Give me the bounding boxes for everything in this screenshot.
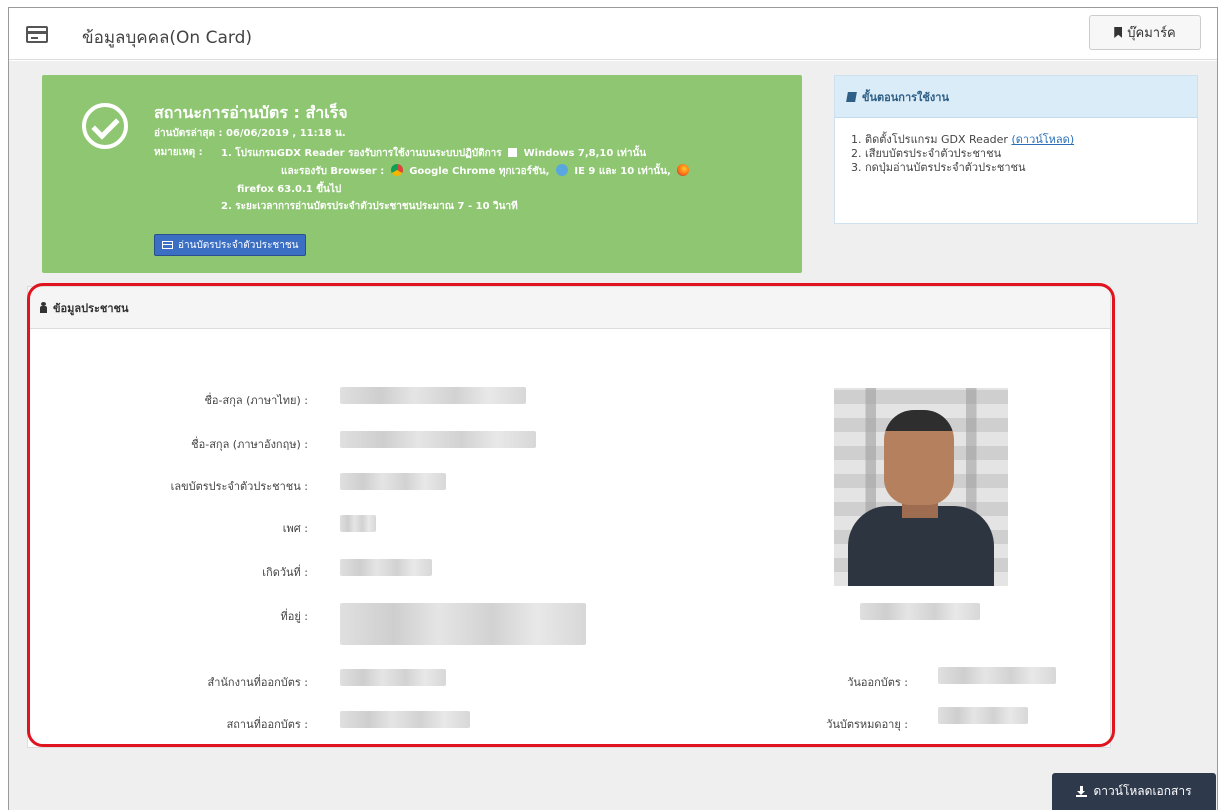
read-id-card-button[interactable]: อ่านบัตรประจำตัวประชาชน <box>154 234 307 256</box>
page-title: ข้อมูลบุคคล(On Card) <box>82 28 252 48</box>
step-item: 2. เสียบบัตรประจำตัวประชาชน <box>851 147 1002 160</box>
chrome-icon <box>390 164 403 176</box>
usage-steps-title: ขั้นตอนการใช้งาน <box>862 90 949 104</box>
note1-firefox-text: firefox 63.0.1 ขึ้นไป <box>237 184 342 195</box>
id-card-icon <box>162 241 173 249</box>
note1-os-text: 1. โปรแกรมGDX Reader รองรับการใช้งานบนระ… <box>221 148 502 159</box>
usage-steps-list: 1. ติดตั้งโปรแกรม GDX Reader (ดาวน์โหลด)… <box>835 118 1197 175</box>
note-label: หมายเหตุ : <box>154 147 203 158</box>
status-title: สถานะการอ่านบัตร : สำเร็จ <box>154 103 348 122</box>
check-circle-icon <box>82 103 128 149</box>
bookmark-label: บุ๊คมาร์ค <box>1127 26 1176 41</box>
note1-windows-text: Windows 7,8,10 เท่านั้น <box>523 148 647 159</box>
download-document-button[interactable]: ดาวน์โหลดเอกสาร <box>1052 773 1216 810</box>
note1-ie-text: IE 9 และ 10 เท่านั้น, <box>574 166 671 177</box>
id-card-icon <box>26 26 48 43</box>
note1-chrome-text: Google Chrome ทุกเวอร์ชัน, <box>409 166 550 177</box>
book-icon <box>846 91 857 102</box>
download-document-label: ดาวน์โหลดเอกสาร <box>1093 784 1192 798</box>
read-id-card-label: อ่านบัตรประจำตัวประชาชน <box>178 239 299 251</box>
ie-icon <box>555 164 568 176</box>
read-status-panel: สถานะการอ่านบัตร : สำเร็จ อ่านบัตรล่าสุด… <box>42 75 802 273</box>
highlight-box <box>27 283 1115 747</box>
bookmark-button[interactable]: บุ๊คมาร์ค <box>1089 15 1201 50</box>
windows-icon <box>508 148 518 157</box>
note1-browser-text: และรองรับ Browser : <box>281 166 385 177</box>
download-reader-link[interactable]: (ดาวน์โหลด) <box>1011 133 1074 146</box>
firefox-icon <box>677 164 690 176</box>
bookmark-icon <box>1114 27 1123 38</box>
download-icon <box>1076 786 1088 797</box>
usage-steps-header: ขั้นตอนการใช้งาน <box>835 76 1197 118</box>
usage-steps-panel: ขั้นตอนการใช้งาน 1. ติดตั้งโปรแกรม GDX R… <box>834 75 1198 224</box>
step-1-text: 1. ติดตั้งโปรแกรม GDX Reader <box>851 133 1008 146</box>
step-item: 1. ติดตั้งโปรแกรม GDX Reader (ดาวน์โหลด) <box>851 133 1197 147</box>
note-item-1: 1. โปรแกรมGDX Reader รองรับการใช้งานบนระ… <box>221 145 801 199</box>
step-item: 3. กดปุ่มอ่านบัตรประจำตัวประชาชน <box>851 161 1026 174</box>
last-read-time: อ่านบัตรล่าสุด : 06/06/2019 , 11:18 น. <box>154 128 346 139</box>
note-item-2: 2. ระยะเวลาการอ่านบัตรประจำตัวประชาชนประ… <box>221 201 518 212</box>
page-header: ข้อมูลบุคคล(On Card) บุ๊คมาร์ค <box>9 8 1217 60</box>
